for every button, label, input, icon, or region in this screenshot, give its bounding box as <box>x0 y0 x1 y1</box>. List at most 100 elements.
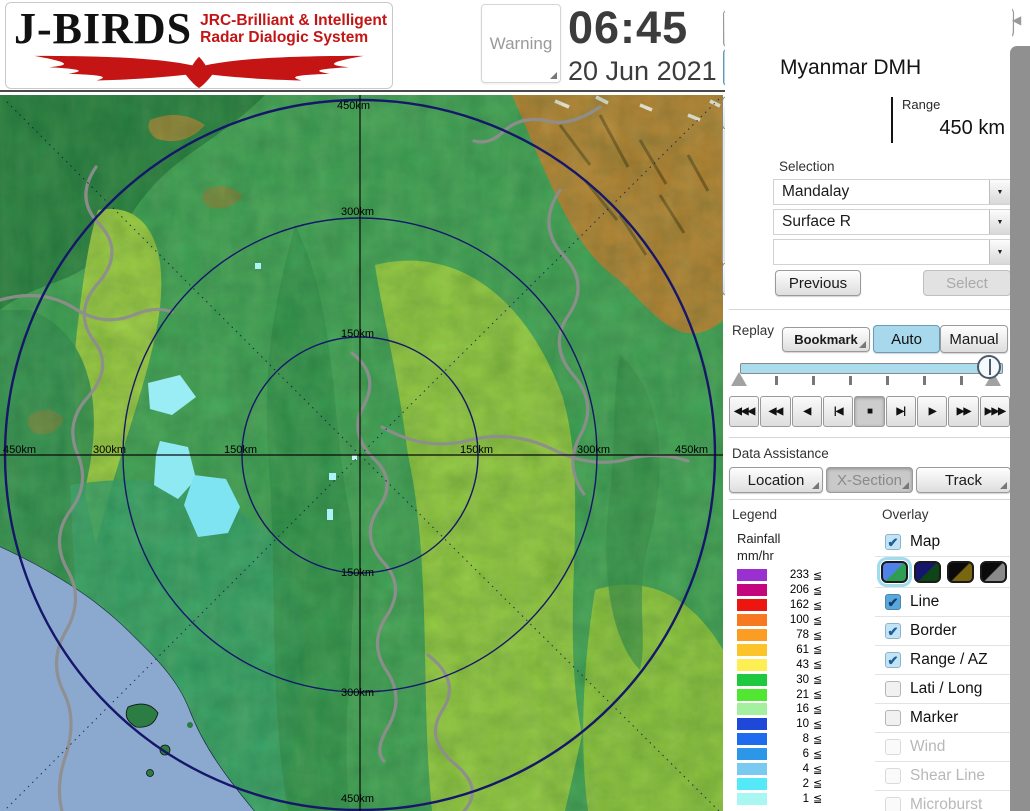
timeline-tick <box>923 376 926 385</box>
legend-value: 61 <box>773 644 809 656</box>
site-dropdown[interactable]: Mandalay▼ <box>773 179 1011 205</box>
legend-value: 6 <box>773 748 809 760</box>
range-ring-label: 300km <box>93 445 126 456</box>
bookmark-button[interactable]: Bookmark <box>782 327 870 352</box>
legend-value: 100 <box>773 614 809 626</box>
legend-row: 100 ≦ <box>737 613 867 628</box>
timeline-tick <box>812 376 815 385</box>
x-section-button[interactable]: X-Section <box>826 467 913 493</box>
site-dropdown-value: Mandalay <box>774 180 989 204</box>
less-equal-symbol: ≦ <box>813 718 822 731</box>
legend-row: 6≦ <box>737 747 867 762</box>
previous-button[interactable]: Previous <box>775 270 861 296</box>
collapse-panel-icon[interactable]: ◀ <box>1012 13 1021 27</box>
legend-row: 61 ≦ <box>737 642 867 657</box>
replay-timeline-handle[interactable] <box>977 355 1001 379</box>
product-dropdown[interactable]: Surface R▼ <box>773 209 1011 235</box>
divider <box>729 499 1010 500</box>
replay-timeline-track[interactable] <box>740 363 1003 374</box>
overlay-row-line: ✔Line <box>875 588 1011 617</box>
bookmark-label: Bookmark <box>794 332 858 347</box>
less-equal-symbol: ≦ <box>813 703 822 716</box>
rewind-button[interactable]: ◀◀ <box>760 396 790 427</box>
range-ring-label: 450km <box>341 794 374 805</box>
less-equal-symbol: ≦ <box>813 658 822 671</box>
overlay-item-label: Lati / Long <box>910 680 982 698</box>
select-button[interactable]: Select <box>923 270 1011 296</box>
overlay-options: ✔Map✔Line✔Border✔Range / AZLati / LongMa… <box>875 528 1011 811</box>
less-equal-symbol: ≦ <box>813 792 822 805</box>
less-equal-symbol: ≦ <box>813 629 822 642</box>
legend-row: 43 ≦ <box>737 657 867 672</box>
jump-end-button[interactable]: ▶▶▶ <box>980 396 1010 427</box>
overlay-row-microburst: Microburst <box>875 791 1011 811</box>
range-divider <box>891 97 893 143</box>
jbirds-logo: J-BIRDS JRC-Brilliant & Intelligent Rada… <box>5 2 393 89</box>
extra-dropdown[interactable]: ▼ <box>773 239 1011 265</box>
chevron-down-icon[interactable]: ▼ <box>989 210 1010 234</box>
map-style-swatch-4[interactable] <box>980 561 1007 583</box>
range-ring-label: 300km <box>577 445 610 456</box>
divider <box>729 309 1010 310</box>
logo-title: J-BIRDS <box>14 5 192 53</box>
overlay-item-label: Border <box>910 622 957 640</box>
legend-color-swatch <box>737 778 767 790</box>
overlay-item-label: Microburst <box>910 796 982 811</box>
map-checkbox[interactable]: ✔ <box>885 534 901 550</box>
chevron-down-icon[interactable]: ▼ <box>989 180 1010 204</box>
map-style-swatch-1[interactable] <box>881 561 908 583</box>
range-ring-label: 150km <box>224 445 257 456</box>
line-checkbox[interactable]: ✔ <box>885 594 901 610</box>
range-label: Range <box>902 97 940 112</box>
legend-value: 1 <box>773 793 809 805</box>
legend-row: 78≦ <box>737 628 867 643</box>
map-style-swatch-3[interactable] <box>947 561 974 583</box>
overlay-label: Overlay <box>882 507 929 522</box>
legend-value: 43 <box>773 659 809 671</box>
wind-checkbox <box>885 739 901 755</box>
marker-checkbox[interactable] <box>885 710 901 726</box>
less-equal-symbol: ≦ <box>813 763 822 776</box>
track-button[interactable]: Track <box>916 467 1011 493</box>
fast-forward-button[interactable]: ▶▶ <box>948 396 978 427</box>
timeline-tick <box>775 376 778 385</box>
step-forward-button[interactable]: ▶| <box>886 396 916 427</box>
shear-line-checkbox <box>885 768 901 784</box>
overlay-row-lati-long: Lati / Long <box>875 675 1011 704</box>
less-equal-symbol: ≦ <box>813 688 822 701</box>
less-equal-symbol: ≦ <box>813 614 822 627</box>
timeline-tick <box>849 376 852 385</box>
less-equal-symbol: ≦ <box>813 673 822 686</box>
warning-button[interactable]: Warning <box>481 4 561 83</box>
station-title: Myanmar DMH <box>780 56 921 80</box>
stop-button[interactable]: ■ <box>854 396 884 427</box>
legend-color-swatch <box>737 733 767 745</box>
less-equal-symbol: ≦ <box>813 584 822 597</box>
jump-start-button[interactable]: ◀◀◀ <box>729 396 759 427</box>
range-value: 450 km <box>939 117 1005 140</box>
auto-replay-button[interactable]: Auto <box>873 325 940 353</box>
lati-long-checkbox[interactable] <box>885 681 901 697</box>
menu-corner-icon <box>902 482 909 489</box>
range-az-checkbox[interactable]: ✔ <box>885 652 901 668</box>
timeline-start-marker[interactable] <box>731 372 747 386</box>
legend-row: 10≦ <box>737 717 867 732</box>
legend-value: 2 <box>773 778 809 790</box>
radar-map-display[interactable]: 450km300km150km150km300km450km450km300km… <box>0 95 723 811</box>
map-style-swatch-2[interactable] <box>914 561 941 583</box>
border-checkbox[interactable]: ✔ <box>885 623 901 639</box>
play-button[interactable]: ▶ <box>917 396 947 427</box>
less-equal-symbol: ≦ <box>813 643 822 656</box>
step-back-button[interactable]: |◀ <box>823 396 853 427</box>
manual-replay-button[interactable]: Manual <box>940 325 1008 353</box>
data-assistance-label: Data Assistance <box>732 446 829 461</box>
menu-corner-icon <box>859 341 866 348</box>
chevron-down-icon[interactable]: ▼ <box>989 240 1010 264</box>
legend-value: 162 <box>773 599 809 611</box>
play-backward-button[interactable]: ◀ <box>792 396 822 427</box>
overlay-row-wind: Wind <box>875 733 1011 762</box>
legend-value: 16 <box>773 703 809 715</box>
less-equal-symbol: ≦ <box>813 569 822 582</box>
location-button[interactable]: Location <box>729 467 823 493</box>
range-ring-label: 150km <box>460 445 493 456</box>
